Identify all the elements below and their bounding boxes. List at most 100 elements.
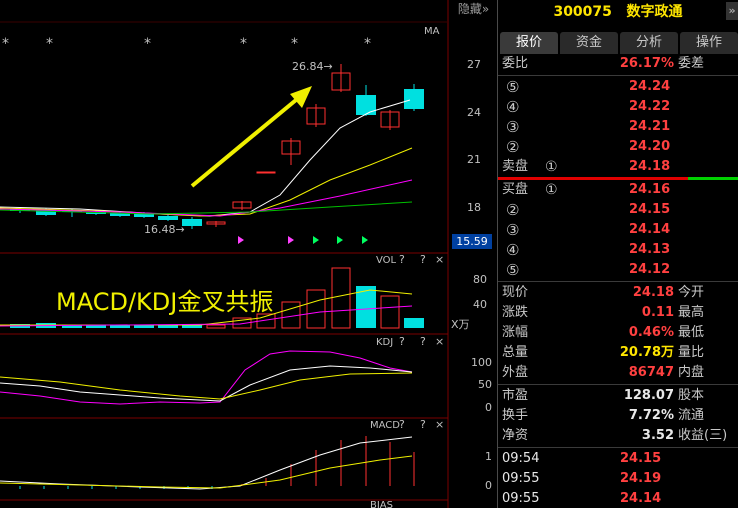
buy-side-label: 买盘: [502, 182, 529, 197]
quote-panel: 300075 数字政通 » 报价 资金 分析 操作 委比 26.17% 委差 ⑤…: [497, 0, 738, 508]
tick-time: 09:54: [502, 451, 540, 466]
kdj-j-line: [0, 350, 413, 405]
stat-label: 现价: [502, 285, 529, 300]
ask-level: ②: [506, 138, 520, 156]
stat-label-right: 股本: [678, 388, 705, 403]
signal-marker: [238, 236, 244, 244]
candle-down: [182, 219, 202, 226]
vol-label: VOL: [376, 255, 397, 266]
stock-code: 300075: [553, 4, 612, 20]
vol-axis-label: 80: [473, 273, 487, 286]
stat-value: 24.18: [632, 285, 674, 300]
stock-name: 数字政通: [626, 4, 683, 20]
stat-value: 20.78万: [619, 345, 674, 360]
weibi-value: 26.17%: [619, 56, 674, 71]
stat-label: 市盈: [502, 388, 529, 403]
ex-rights-mark: *: [2, 36, 9, 52]
ma5-line: [0, 99, 411, 217]
kdj-d-line: [0, 372, 413, 400]
tick-price: 24.15: [620, 451, 662, 466]
stat-row: 总量 20.78万 量比: [498, 343, 738, 363]
tick-row: 09:55 24.19: [498, 469, 738, 489]
ask-row[interactable]: 卖盘 ① 24.18: [498, 157, 738, 177]
bid-row[interactable]: ⑤ 24.12: [498, 260, 738, 280]
signal-marker: [337, 236, 343, 244]
headline-text: MACD/KDJ金叉共振: [56, 288, 273, 316]
quote-tabs: 报价 资金 分析 操作: [498, 32, 738, 54]
stat-label-right: 最高: [678, 305, 705, 320]
bid-price: 24.13: [629, 242, 671, 257]
vol-help-icon: ?: [420, 253, 426, 266]
kline-chart-area[interactable]: * * * * * * MA 27 24 21 18 15.59 26.84→ 16.48→ VOL?? × 8…: [0, 0, 497, 508]
ask-level: ③: [506, 118, 520, 136]
ex-rights-mark: *: [46, 36, 53, 52]
tab-quote[interactable]: 报价: [500, 32, 558, 54]
kdj-axis-label: 100: [471, 356, 492, 369]
stat-row: 涨幅 0.46% 最低: [498, 323, 738, 343]
tick-time: 09:55: [502, 471, 540, 486]
ask-row[interactable]: ⑤ 24.24: [498, 77, 738, 97]
volume-bar-up: [380, 295, 400, 329]
stat-label: 外盘: [502, 365, 529, 380]
kdj-axis-label: 0: [485, 401, 492, 414]
ex-rights-mark: *: [144, 36, 151, 52]
macd-axis-label: 1: [485, 450, 492, 463]
macd-dea-line: [0, 455, 413, 489]
weibi-row: 委比 26.17% 委差: [498, 54, 738, 74]
tick-row: 09:54 24.15: [498, 449, 738, 469]
bid-row[interactable]: ③ 24.14: [498, 220, 738, 240]
stat-value: 0.11: [641, 305, 674, 320]
ex-rights-mark: *: [364, 36, 371, 52]
bid-level: ②: [506, 201, 520, 219]
ex-rights-mark: *: [291, 36, 298, 52]
stat-row: 涨跌 0.11 最高: [498, 303, 738, 323]
stat-label: 换手: [502, 408, 529, 423]
weibi-label: 委比: [502, 56, 529, 71]
high-price-annotation: 26.84→: [292, 60, 333, 73]
stock-title: 300075 数字政通 »: [498, 0, 738, 24]
macd-help-icon: ?: [399, 418, 405, 431]
tab-analysis[interactable]: 分析: [620, 32, 678, 54]
bid-level: ③: [506, 221, 520, 239]
kdj-close-icon: ×: [435, 335, 444, 348]
hide-panel-button[interactable]: 隐藏»: [450, 0, 497, 18]
price-axis-label: 21: [467, 153, 481, 166]
ask-row[interactable]: ③ 24.21: [498, 117, 738, 137]
ask-row[interactable]: ② 24.20: [498, 137, 738, 157]
vol-close-icon: ×: [435, 253, 444, 266]
ex-rights-mark: *: [240, 36, 247, 52]
stat-label-right: 量比: [678, 345, 705, 360]
kdj-axis-label: 50: [478, 378, 492, 391]
candle-down: [158, 216, 178, 220]
tab-operation[interactable]: 操作: [680, 32, 738, 54]
stat-row: 市盈 128.07 股本: [498, 386, 738, 406]
signal-marker: [362, 236, 368, 244]
ask-price: 24.21: [629, 119, 671, 134]
stat-value: 0.46%: [628, 325, 674, 340]
bias-label: BIAS: [370, 500, 393, 508]
kline-chart-svg[interactable]: * * * * * * MA 27 24 21 18 15.59 26.84→ 16.48→ VOL?? × 8…: [0, 0, 497, 508]
macd-axis-label: 0: [485, 479, 492, 492]
price-axis-label: 18: [467, 201, 481, 214]
kdj-label: KDJ: [376, 337, 393, 348]
ask-price: 24.18: [629, 159, 671, 174]
tick-time: 09:55: [502, 491, 540, 506]
stat-row: 换手 7.72% 流通: [498, 406, 738, 426]
ma20-line: [0, 179, 413, 217]
bid-row[interactable]: ④ 24.13: [498, 240, 738, 260]
stat-label: 总量: [502, 345, 529, 360]
ask-price: 24.20: [629, 139, 671, 154]
bid-price: 24.14: [629, 222, 671, 237]
stat-row: 净资 3.52 收益(三): [498, 426, 738, 446]
tab-funds[interactable]: 资金: [560, 32, 618, 54]
ask-row[interactable]: ④ 24.22: [498, 97, 738, 117]
stat-label-right: 收益(三): [678, 428, 728, 443]
ask-level: ⑤: [506, 78, 520, 96]
candle-down: [404, 89, 424, 109]
vol-axis-label: 40: [473, 298, 487, 311]
bid-row[interactable]: 买盘 ① 24.16: [498, 180, 738, 200]
bid-row[interactable]: ② 24.15: [498, 200, 738, 220]
stat-value: 7.72%: [628, 408, 674, 423]
scroll-right-icon[interactable]: »: [726, 2, 738, 20]
macd-dif-line: [0, 436, 413, 490]
